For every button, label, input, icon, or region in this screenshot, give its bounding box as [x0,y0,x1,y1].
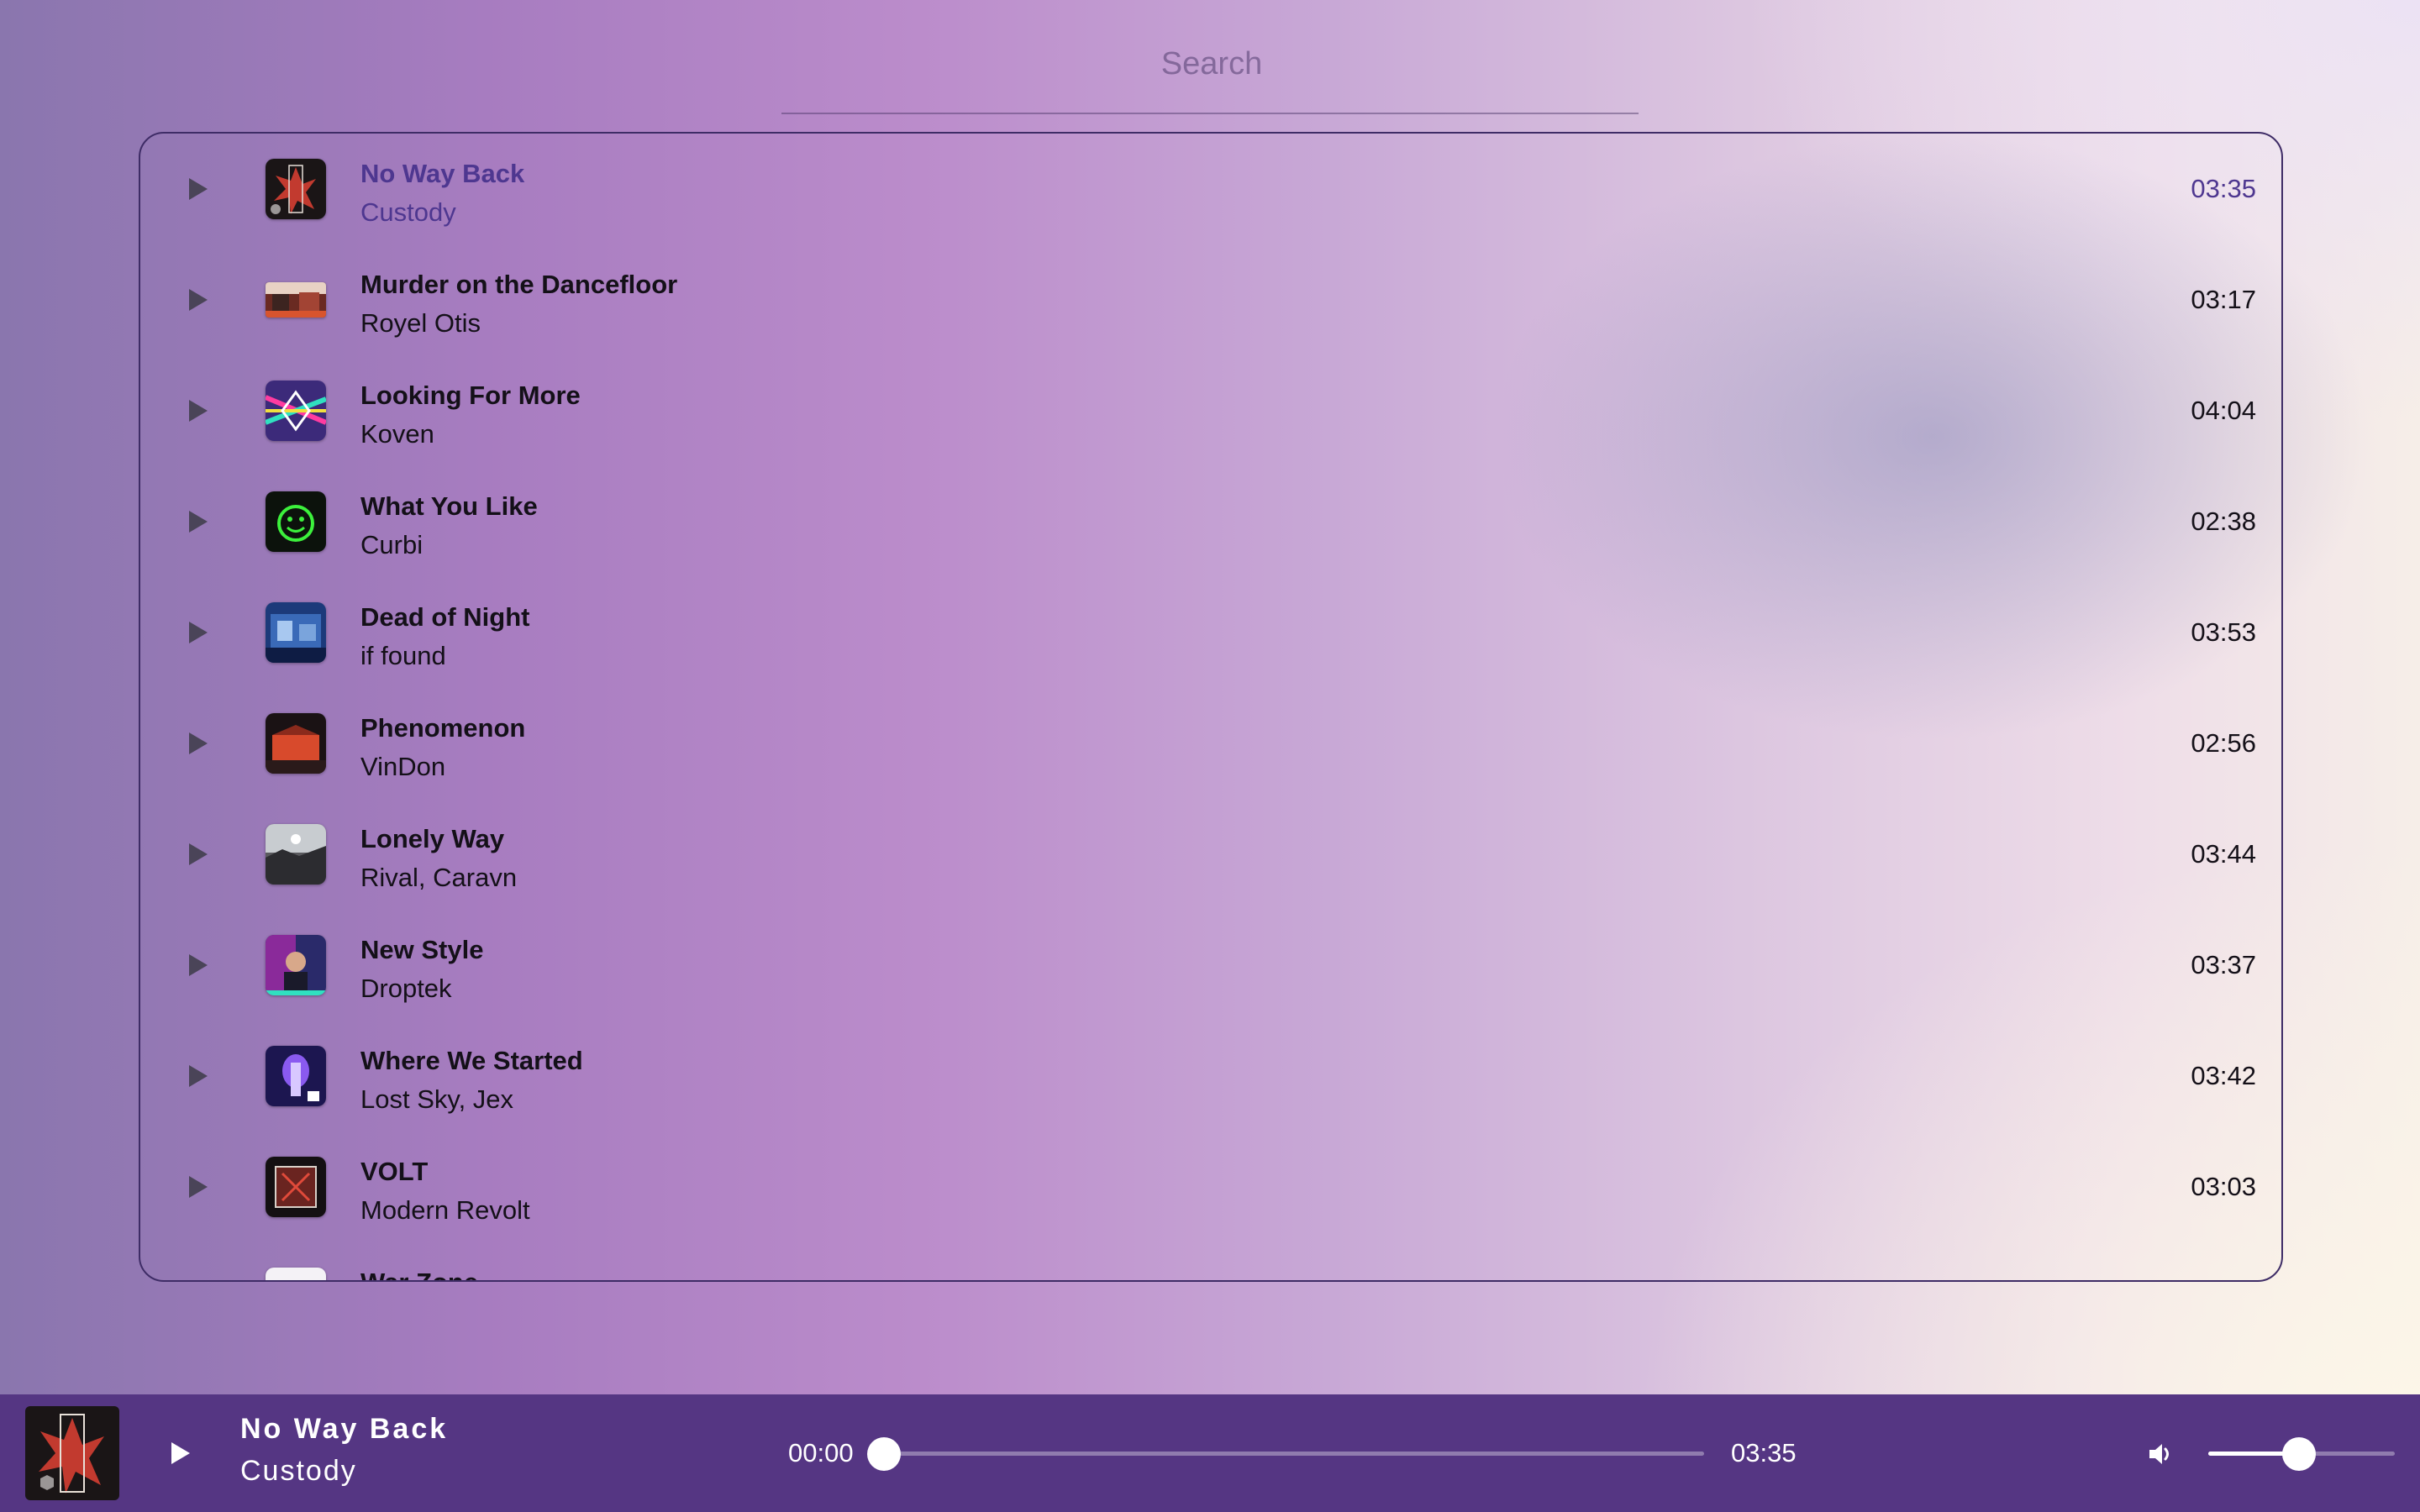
album-cover [266,282,326,318]
track-artist: Royel Otis [360,308,481,338]
track-title: What You Like [360,491,538,521]
track-row[interactable]: VOLT Modern Revolt 03:03 [140,1131,2281,1242]
track-row[interactable]: Lonely Way Rival, Caravn 03:44 [140,799,2281,910]
now-playing-cover [25,1406,119,1500]
track-row[interactable]: Phenomenon VinDon 02:56 [140,688,2281,799]
track-row[interactable]: No Way Back Custody 03:35 [140,134,2281,244]
track-row[interactable]: Looking For More Koven 04:04 [140,355,2281,466]
track-title: VOLT [360,1157,429,1186]
play-icon[interactable] [171,1442,190,1464]
total-time: 03:35 [1731,1438,1797,1467]
track-duration: 02:38 [2191,507,2256,536]
track-artist: Custody [360,197,456,227]
track-duration: 03:17 [2191,285,2256,314]
track-duration: 03:42 [2191,1061,2256,1090]
album-cover [266,381,326,441]
track-row[interactable]: Where We Started Lost Sky, Jex 03:42 [140,1021,2281,1131]
track-title: No Way Back [360,159,525,188]
track-duration: 03:37 [2191,950,2256,979]
album-cover [266,602,326,663]
track-duration: 04:04 [2191,396,2256,425]
album-cover [266,491,326,552]
current-time: 00:00 [788,1438,854,1467]
track-title: Phenomenon [360,713,526,743]
track-artist: Rival, Caravn [360,863,518,892]
album-cover [266,1046,326,1106]
track-artist: VinDon [360,752,446,781]
player-bar: No Way Back Custody 00:00 03:35 [0,1394,2420,1512]
album-cover [266,1268,326,1280]
play-icon[interactable] [189,1065,208,1087]
volume-icon[interactable] [2148,1441,2175,1467]
album-cover [266,159,326,219]
track-artist: Koven [360,419,434,449]
track-duration: 03:35 [2191,174,2256,203]
track-duration: 03:03 [2191,1172,2256,1201]
progress-handle[interactable] [867,1437,901,1471]
track-title: Dead of Night [360,602,530,632]
track-row[interactable]: What You Like Curbi 02:38 [140,466,2281,577]
play-icon[interactable] [189,400,208,422]
progress-bar[interactable] [884,1452,1704,1456]
now-playing-artist: Custody [240,1455,357,1487]
track-artist: Modern Revolt [360,1195,530,1225]
track-title: Looking For More [360,381,581,410]
track-list[interactable]: No Way Back Custody 03:35 Murder on the … [139,132,2283,1282]
album-cover [266,935,326,995]
play-icon[interactable] [189,622,208,643]
play-icon[interactable] [189,511,208,533]
track-artist: Droptek [360,974,452,1003]
volume-handle[interactable] [2282,1437,2316,1471]
play-icon[interactable] [189,178,208,200]
track-title: New Style [360,935,484,964]
track-row[interactable]: Murder on the Dancefloor Royel Otis 03:1… [140,244,2281,355]
play-icon[interactable] [189,1176,208,1198]
track-artist: if found [360,641,446,670]
track-title: Where We Started [360,1046,583,1075]
play-icon[interactable] [189,289,208,311]
album-cover [266,713,326,774]
track-row[interactable]: New Style Droptek 03:37 [140,910,2281,1021]
track-duration: 03:53 [2191,617,2256,647]
track-row[interactable]: War Zone [140,1242,2281,1280]
play-icon[interactable] [189,954,208,976]
now-playing-title: No Way Back [240,1413,449,1445]
album-cover [266,1157,326,1217]
track-duration: 02:56 [2191,728,2256,758]
track-title: Lonely Way [360,824,505,853]
track-artist: Lost Sky, Jex [360,1084,514,1114]
album-cover [266,824,326,885]
play-icon[interactable] [189,843,208,865]
track-title: Murder on the Dancefloor [360,270,678,299]
search-bar [781,34,1642,114]
track-title: War Zone [360,1268,478,1280]
track-duration: 03:44 [2191,839,2256,869]
search-input[interactable] [781,34,1642,94]
track-artist: Curbi [360,530,424,559]
track-row[interactable]: Dead of Night if found 03:53 [140,577,2281,688]
play-icon[interactable] [189,732,208,754]
